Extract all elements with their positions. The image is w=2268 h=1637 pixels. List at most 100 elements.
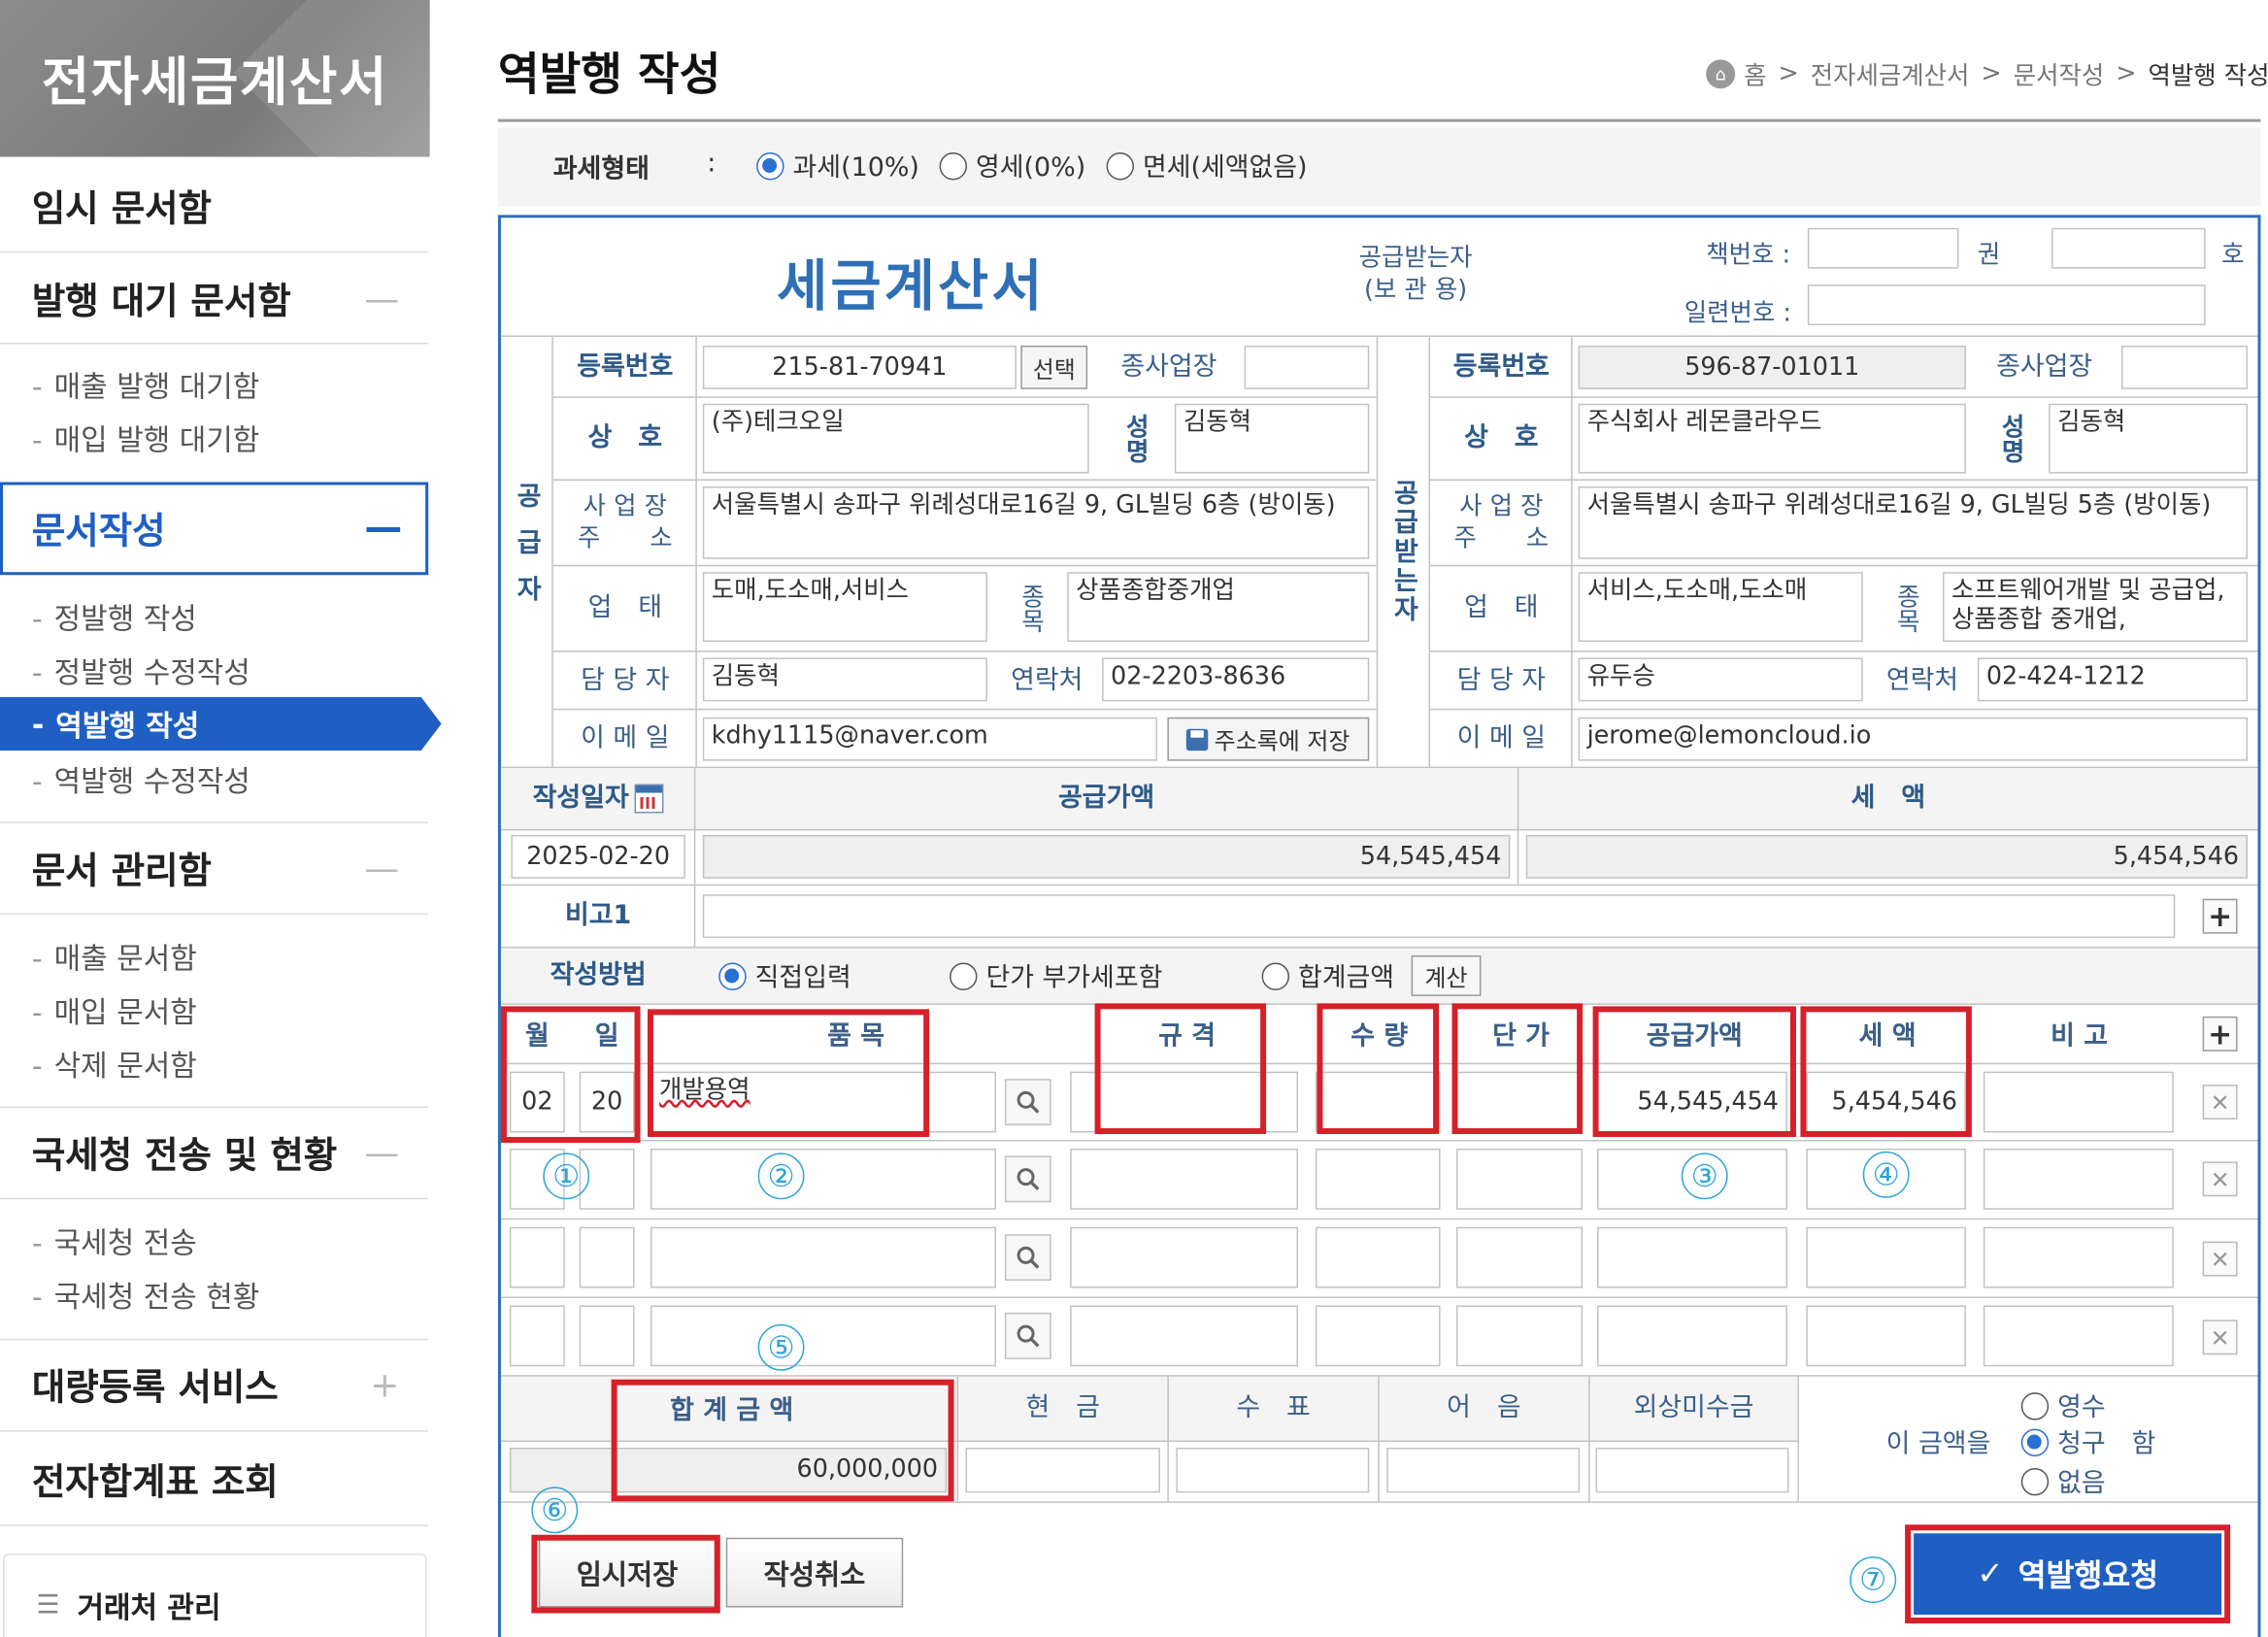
- nav-nts[interactable]: 국세청 전송 및 현황 —: [0, 1106, 429, 1200]
- row4-month[interactable]: [509, 1305, 565, 1367]
- nav-sales-pending[interactable]: - 매출 발행 대기함: [32, 363, 259, 405]
- receiver-address[interactable]: 서울특별시 송파구 위례성대로16길 9, GL빌딩 5층 (방이동): [1578, 485, 2249, 559]
- collapse-icon[interactable]: —: [364, 848, 399, 888]
- row2-note[interactable]: [1983, 1148, 2174, 1210]
- row4-note[interactable]: [1983, 1305, 2174, 1367]
- tax-radio-exempt[interactable]: 면세(세액없음): [1106, 147, 1308, 184]
- supplier-rep[interactable]: 김동혁: [1174, 403, 1370, 474]
- check-input[interactable]: [1176, 1448, 1370, 1493]
- row4-price[interactable]: [1455, 1305, 1584, 1367]
- supplier-contact[interactable]: 김동혁: [702, 657, 987, 702]
- row3-price[interactable]: [1455, 1226, 1584, 1288]
- row3-supply[interactable]: [1597, 1226, 1787, 1288]
- row3-item[interactable]: [650, 1226, 996, 1288]
- radio-icon[interactable]: [2020, 1427, 2050, 1456]
- nav-reverse-modify[interactable]: - 역발행 수정작성: [32, 758, 250, 800]
- delete-row-x-icon[interactable]: ✕: [2202, 1320, 2238, 1355]
- calendar-icon[interactable]: [634, 784, 664, 814]
- row4-tax[interactable]: [1806, 1305, 1966, 1367]
- supplier-address[interactable]: 서울특별시 송파구 위례성대로16길 9, GL빌딩 6층 (방이동): [702, 485, 1370, 559]
- receiver-email[interactable]: jerome@lemoncloud.io: [1578, 717, 2249, 761]
- row3-note[interactable]: [1983, 1226, 2174, 1288]
- row3-spec[interactable]: [1070, 1226, 1298, 1288]
- search-icon[interactable]: [1004, 1312, 1051, 1359]
- tax-radio-zero[interactable]: 영세(0%): [939, 147, 1085, 184]
- supplier-biz-item[interactable]: 상품종합중개업: [1067, 572, 1370, 643]
- calc-button[interactable]: 계산: [1411, 955, 1482, 996]
- row3-month[interactable]: [509, 1226, 565, 1288]
- nav-forward-modify[interactable]: - 정발행 수정작성: [32, 649, 250, 690]
- search-icon[interactable]: [1004, 1079, 1051, 1126]
- receipt-claim[interactable]: 청구 함: [2020, 1423, 2155, 1461]
- row3-day[interactable]: [579, 1226, 635, 1288]
- row4-item[interactable]: [650, 1305, 996, 1367]
- method-unit-incl[interactable]: 단가 부가세포함: [950, 957, 1162, 995]
- supplier-biz-type[interactable]: 도매,도소매,서비스: [702, 572, 987, 643]
- receiver-rep[interactable]: 김동혁: [2049, 403, 2249, 474]
- serial-no-input[interactable]: [1807, 284, 2206, 325]
- nav-pending-box[interactable]: 발행 대기 문서함 —: [0, 254, 429, 345]
- radio-icon[interactable]: [939, 151, 968, 180]
- receiver-branch-input[interactable]: [2120, 345, 2249, 389]
- method-total[interactable]: 합계금액: [1261, 957, 1394, 995]
- radio-icon[interactable]: [1106, 151, 1134, 180]
- nav-sales-box[interactable]: - 매출 문서함: [32, 935, 197, 977]
- row2-qty[interactable]: [1315, 1148, 1441, 1210]
- delete-row-x-icon[interactable]: ✕: [2202, 1085, 2238, 1120]
- expand-icon[interactable]: +: [370, 1365, 399, 1406]
- home-icon[interactable]: ⌂: [1706, 58, 1736, 88]
- delete-row-x-icon[interactable]: ✕: [2202, 1241, 2238, 1277]
- row3-tax[interactable]: [1806, 1226, 1966, 1288]
- row4-qty[interactable]: [1315, 1305, 1441, 1367]
- row2-item[interactable]: [650, 1148, 996, 1210]
- nav-purchase-pending[interactable]: - 매입 발행 대기함: [32, 417, 259, 458]
- cash-input[interactable]: [965, 1448, 1160, 1493]
- radio-icon[interactable]: [950, 961, 978, 990]
- supplier-name[interactable]: (주)테크오일: [702, 403, 1089, 474]
- collapse-icon[interactable]: —: [364, 507, 402, 551]
- supply-total-input[interactable]: 54,545,454: [702, 834, 1511, 879]
- search-icon[interactable]: [1004, 1234, 1051, 1282]
- save-to-addressbook-button[interactable]: 주소록에 저장: [1167, 717, 1370, 761]
- receipt-none[interactable]: 없음: [2020, 1462, 2106, 1500]
- nav-partner-manage[interactable]: ☰ 거래처 관리: [2, 1553, 427, 1637]
- receipt-paid[interactable]: 영수: [2020, 1386, 2106, 1424]
- collapse-icon[interactable]: —: [364, 1132, 399, 1173]
- receiver-reg-no[interactable]: 596-87-01011: [1578, 345, 1966, 389]
- radio-icon[interactable]: [718, 961, 747, 990]
- nav-reverse-write-active[interactable]: - 역발행 작성: [0, 696, 442, 752]
- nav-nts-status[interactable]: - 국세청 전송 현황: [32, 1274, 259, 1316]
- credit-input[interactable]: [1595, 1448, 1789, 1493]
- issue-date-input[interactable]: 2025-02-20: [511, 834, 685, 879]
- supplier-phone[interactable]: 02-2203-8636: [1102, 657, 1370, 702]
- nav-deleted-box[interactable]: - 삭제 문서함: [32, 1043, 197, 1085]
- row4-spec[interactable]: [1070, 1305, 1298, 1367]
- note1-input[interactable]: [702, 894, 2176, 939]
- search-icon[interactable]: [1004, 1155, 1051, 1203]
- bill-input[interactable]: [1386, 1448, 1581, 1493]
- book-kwon-input[interactable]: [2051, 227, 2206, 269]
- receiver-name[interactable]: 주식회사 레몬클라우드: [1578, 403, 1966, 474]
- add-row-plus-icon[interactable]: +: [2202, 1016, 2238, 1052]
- row3-qty[interactable]: [1315, 1226, 1441, 1288]
- row2-spec[interactable]: [1070, 1148, 1298, 1210]
- nav-purchase-box[interactable]: - 매입 문서함: [32, 988, 197, 1030]
- nav-doc-manage[interactable]: 문서 관리함 —: [0, 821, 429, 916]
- receiver-biz-item[interactable]: 소프트웨어개발 및 공급업,상품종합 중개업,: [1942, 572, 2249, 643]
- delete-row-x-icon[interactable]: ✕: [2202, 1161, 2238, 1197]
- tax-radio-taxable[interactable]: 과세(10%): [756, 147, 919, 184]
- collapse-icon[interactable]: —: [364, 278, 399, 318]
- nav-forward-write[interactable]: - 정발행 작성: [32, 595, 197, 637]
- tax-total-input[interactable]: 5,454,546: [1525, 834, 2249, 879]
- nav-bulk[interactable]: 대량등록 서비스 +: [0, 1338, 429, 1432]
- method-direct[interactable]: 직접입력: [718, 957, 851, 995]
- plus-icon[interactable]: +: [2202, 898, 2238, 934]
- nav-temp-box[interactable]: 임시 문서함: [0, 160, 429, 253]
- supplier-email[interactable]: kdhy1115@naver.com: [702, 717, 1157, 761]
- radio-icon[interactable]: [2020, 1391, 2050, 1420]
- row4-supply[interactable]: [1597, 1305, 1787, 1367]
- receiver-contact[interactable]: 유두승: [1578, 657, 1863, 702]
- radio-icon[interactable]: [2020, 1467, 2050, 1495]
- row1-note[interactable]: [1983, 1071, 2174, 1133]
- receiver-biz-type[interactable]: 서비스,도소매,도소매: [1578, 572, 1863, 643]
